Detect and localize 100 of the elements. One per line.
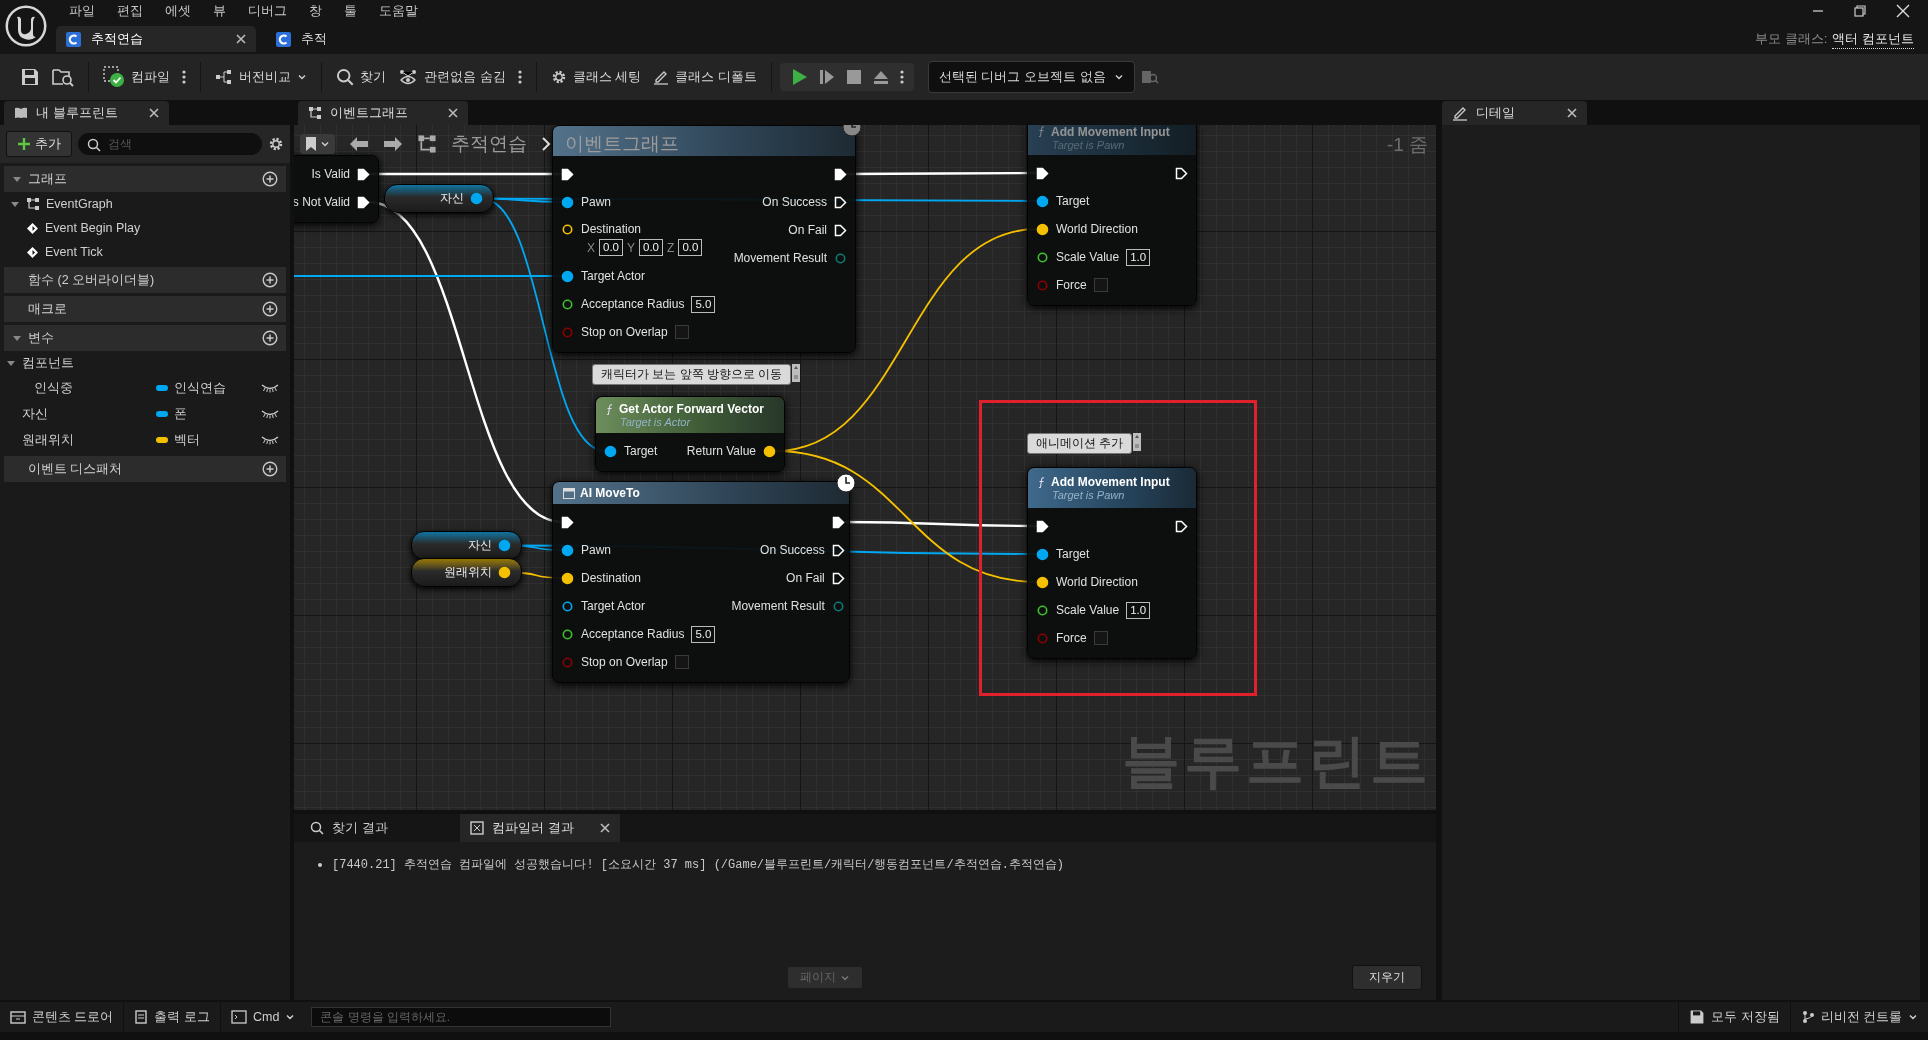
add-icon[interactable] — [262, 301, 278, 317]
document-tab[interactable]: 추적 — [266, 26, 337, 52]
menu-item[interactable]: 에셋 — [154, 2, 202, 20]
console-field[interactable]: 콘솔 명령을 입력하세요. — [311, 1007, 612, 1027]
class-defaults-button[interactable]: 클래스 디폴트 — [647, 64, 763, 90]
menu-item[interactable]: 툴 — [333, 2, 368, 20]
bookmark-dropdown[interactable] — [300, 134, 335, 154]
tree-item[interactable]: Event Begin Play — [45, 221, 141, 235]
data-pin-icon[interactable] — [561, 297, 574, 311]
tree-item[interactable]: EventGraph — [46, 197, 113, 211]
caret-icon[interactable] — [12, 174, 22, 184]
panel-tab[interactable]: 디테일 — [1442, 101, 1587, 125]
function-node[interactable]: Add Movement Input Target is Pawn Target World Direction Scale Value 1.0 Force — [1027, 467, 1197, 659]
parent-class-link[interactable]: 액터 컴포넌트 — [1832, 30, 1914, 49]
data-pin-icon[interactable] — [561, 195, 574, 209]
step-icon[interactable] — [817, 68, 836, 86]
exec-pin-icon[interactable] — [834, 223, 847, 237]
comment-bubble[interactable]: 애니메이션 추가 — [1027, 433, 1133, 454]
value-field[interactable]: 1.0 — [1126, 248, 1151, 266]
pin-icon[interactable] — [792, 364, 801, 382]
exec-pin-icon[interactable] — [831, 571, 845, 585]
back-icon[interactable] — [349, 136, 369, 152]
data-pin-icon[interactable] — [498, 539, 511, 552]
settings-icon[interactable] — [268, 136, 284, 152]
add-icon[interactable] — [262, 272, 278, 288]
checkbox[interactable] — [1093, 278, 1108, 292]
menu-item[interactable]: 창 — [298, 2, 333, 20]
variable-name[interactable]: 원래위치 — [22, 431, 156, 449]
output-log-button[interactable]: 출력 로그 — [124, 1002, 221, 1032]
save-icon[interactable] — [20, 67, 40, 87]
tree-item[interactable]: Event Tick — [45, 245, 103, 259]
class-settings-button[interactable]: 클래스 세팅 — [544, 64, 648, 90]
compile-button[interactable]: 컴파일 — [97, 62, 176, 92]
checkbox[interactable] — [674, 325, 689, 339]
close-icon[interactable] — [149, 108, 159, 118]
data-pin-icon[interactable] — [763, 444, 776, 458]
data-pin-icon[interactable] — [561, 599, 574, 613]
exec-pin-icon[interactable] — [357, 195, 370, 209]
find-button[interactable]: 찾기 — [330, 64, 392, 90]
restore-icon[interactable] — [1854, 5, 1866, 17]
gear-icon[interactable] — [550, 69, 567, 85]
value-field[interactable]: 1.0 — [1126, 601, 1151, 619]
data-pin-icon[interactable] — [1036, 547, 1049, 561]
exec-pin-icon[interactable] — [1175, 519, 1188, 533]
value-field[interactable]: 5.0 — [691, 625, 716, 643]
data-pin-icon[interactable] — [561, 543, 574, 557]
exec-pin-icon[interactable] — [831, 543, 845, 557]
exec-pin-icon[interactable] — [831, 515, 845, 529]
pin-icon[interactable] — [1133, 433, 1142, 451]
data-pin-icon[interactable] — [604, 444, 617, 458]
more-icon[interactable] — [899, 69, 904, 85]
menu-item[interactable]: 편집 — [106, 2, 154, 20]
variable-node[interactable]: 원래위치 — [411, 558, 522, 587]
exec-pin-icon[interactable] — [561, 167, 574, 181]
eye-closed-icon[interactable] — [260, 383, 280, 393]
caret-icon[interactable] — [10, 199, 20, 209]
debug-object-dropdown[interactable]: 선택된 디버그 오브젝트 없음 — [927, 61, 1135, 93]
variable-name[interactable]: 자신 — [22, 405, 156, 423]
data-pin-icon[interactable] — [470, 192, 483, 205]
value-field[interactable]: 0.0 — [599, 239, 623, 256]
stop-icon[interactable] — [845, 69, 862, 85]
menu-item[interactable]: 도움말 — [368, 2, 429, 20]
category-label[interactable]: 컴포넌트 — [22, 354, 74, 372]
debug-browse-icon[interactable] — [1140, 68, 1159, 86]
latent-node[interactable]: AI MoveTo Pawn Destination Target Actor Acceptance Radius 5.0 Stop on Overlap On Success On Fail Movement Result — [552, 481, 850, 683]
add-icon[interactable] — [262, 330, 278, 346]
variable-node[interactable]: 자신 — [411, 531, 522, 560]
panel-tab[interactable]: 컴파일러 결과 — [460, 814, 620, 842]
breadcrumb-link[interactable]: 추적연습 — [451, 131, 527, 157]
close-icon[interactable] — [236, 34, 246, 44]
close-icon[interactable] — [448, 108, 458, 118]
folder-search-icon[interactable] — [52, 67, 74, 87]
diff-dropdown[interactable]: 버전비교 — [209, 64, 313, 90]
panel-tab[interactable]: 찾기 결과 — [300, 814, 460, 842]
value-field[interactable]: 5.0 — [691, 295, 716, 313]
comment-bubble[interactable]: 캐릭터가 보는 앞쪽 방향으로 이동 — [592, 364, 792, 385]
variable-node[interactable]: 자신 — [384, 184, 494, 213]
menu-item[interactable]: 파일 — [58, 2, 106, 20]
search-field[interactable]: 검색 — [78, 133, 262, 155]
eye-closed-icon[interactable] — [260, 409, 280, 419]
forward-icon[interactable] — [383, 136, 403, 152]
pure-function-node[interactable]: Get Actor Forward Vector Target is Actor Target Return Value — [595, 396, 785, 472]
add-icon[interactable] — [262, 171, 278, 187]
exec-pin-icon[interactable] — [561, 515, 574, 529]
caret-icon[interactable] — [12, 333, 22, 343]
save-all-button[interactable]: 모두 저장됨 — [1678, 1002, 1791, 1032]
menu-item[interactable]: 뷰 — [202, 2, 237, 20]
add-button[interactable]: 추가 — [6, 131, 72, 157]
content-drawer-button[interactable]: 콘텐츠 드로어 — [0, 1002, 125, 1032]
data-pin-icon[interactable] — [1036, 250, 1049, 264]
data-pin-icon[interactable] — [498, 566, 511, 579]
exec-pin-icon[interactable] — [834, 167, 847, 181]
checkbox[interactable] — [674, 655, 689, 669]
menu-item[interactable]: 디버그 — [237, 2, 298, 20]
graph-tab[interactable]: 이벤트그래프 — [298, 101, 468, 125]
exec-pin-icon[interactable] — [1036, 166, 1049, 180]
value-field[interactable]: 0.0 — [678, 239, 703, 256]
close-icon[interactable] — [600, 823, 610, 833]
data-pin-icon[interactable] — [1036, 222, 1049, 236]
node[interactable]: Is Valid s Not Valid — [294, 155, 379, 223]
